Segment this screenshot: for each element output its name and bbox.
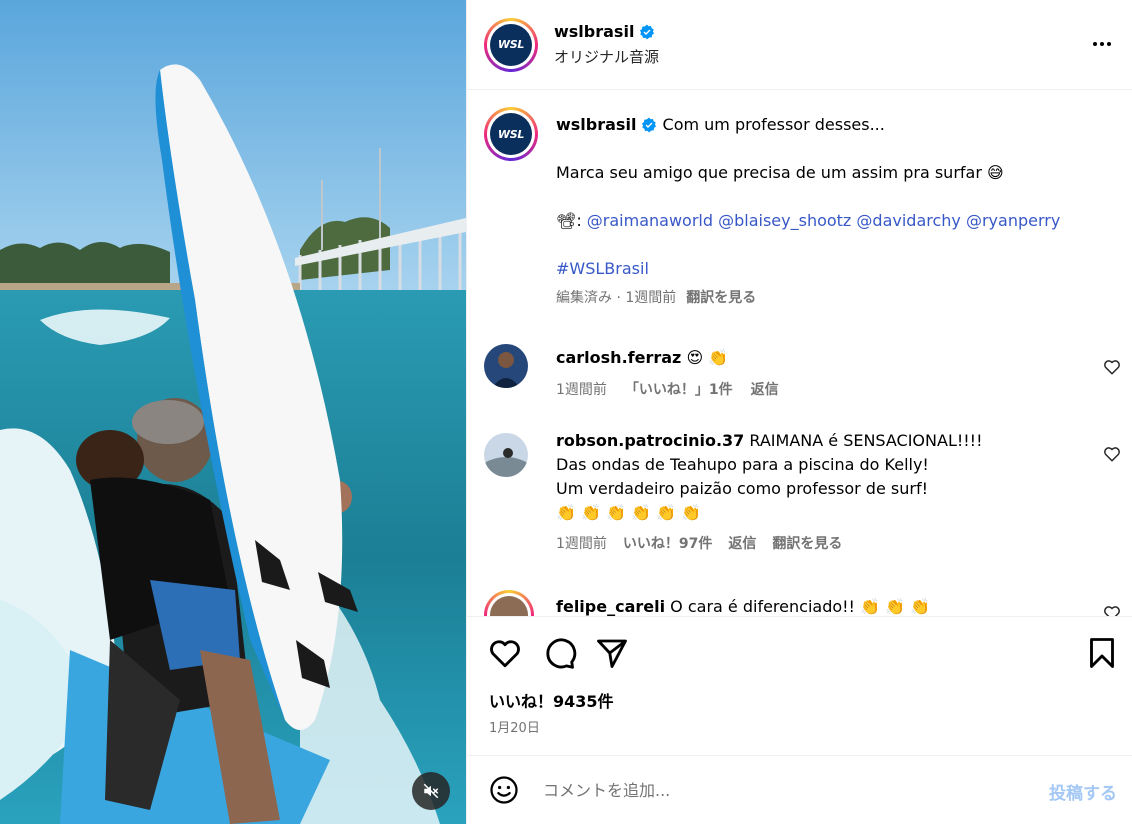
commenter-avatar[interactable] xyxy=(484,433,528,477)
caption-translate-link[interactable]: 翻訳を見る xyxy=(686,287,756,307)
comment-time: 1週間前 xyxy=(556,536,607,552)
caption-line-2: Marca seu amigo que precisa de um assim … xyxy=(556,163,1004,182)
more-horizontal-icon xyxy=(1093,42,1111,46)
comment-text-line-4: 👏 👏 👏 👏 👏 👏 xyxy=(556,503,701,522)
video-frame xyxy=(0,0,466,824)
caption-meta-time: 編集済み · 1週間前 xyxy=(556,290,677,306)
post-header: WSL wslbrasil オリジナル音源 xyxy=(467,0,1132,90)
smiley-icon[interactable] xyxy=(489,775,519,805)
comment-text: 😍 👏 xyxy=(686,348,729,367)
commenter-avatar[interactable] xyxy=(484,590,534,616)
comment-text: O cara é diferenciado!! 👏 👏 👏 xyxy=(670,597,930,616)
like-count[interactable]: いいね！9435件 xyxy=(489,688,614,712)
volume-off-icon xyxy=(423,783,439,799)
post-comment-button[interactable]: 投稿する xyxy=(1049,779,1117,804)
comment-time: 1週間前 xyxy=(556,382,607,398)
author-username[interactable]: wslbrasil xyxy=(554,22,634,41)
wsl-logo: WSL xyxy=(490,23,532,66)
camera-credit-icon: 📽: xyxy=(556,211,582,230)
post-media-video[interactable] xyxy=(0,0,466,824)
commenter-avatar[interactable] xyxy=(484,344,528,388)
comment-input[interactable] xyxy=(543,774,1003,806)
post-date[interactable]: 1月20日 xyxy=(489,717,540,736)
caption-mentions[interactable]: @raimanaworld @blaisey_shootz @davidarch… xyxy=(587,211,1061,230)
caption-hashtag[interactable]: #WSLBrasil xyxy=(556,259,649,278)
post-action-bar xyxy=(467,616,1132,686)
verified-badge-icon xyxy=(640,24,655,39)
comment-username[interactable]: robson.patrocinio.37 xyxy=(556,431,744,450)
post-side-panel: WSL wslbrasil オリジナル音源 WSL wslbrasil Com … xyxy=(466,0,1132,824)
comment-bubble-icon[interactable] xyxy=(541,635,577,671)
post-dialog: WSL wslbrasil オリジナル音源 WSL wslbrasil Com … xyxy=(0,0,1132,824)
bookmark-icon[interactable] xyxy=(1084,635,1120,671)
caption-line-1: Com um professor desses... xyxy=(662,115,885,134)
wsl-logo: WSL xyxy=(490,113,532,155)
comment-composer: 投稿する xyxy=(467,756,1132,824)
comments-scroll-area[interactable]: WSL wslbrasil Com um professor desses...… xyxy=(467,90,1132,616)
paper-plane-icon[interactable] xyxy=(594,635,630,671)
comment-reply-button[interactable]: 返信 xyxy=(728,533,756,553)
caption-username[interactable]: wslbrasil xyxy=(556,113,636,137)
more-options-button[interactable] xyxy=(1090,32,1114,60)
comment-username[interactable]: felipe_careli xyxy=(556,597,665,616)
comment-reply-button[interactable]: 返信 xyxy=(751,379,779,399)
comment-likes[interactable]: いいね！97件 xyxy=(623,533,712,553)
heart-icon[interactable] xyxy=(487,635,523,671)
mute-toggle-button[interactable] xyxy=(412,772,450,810)
comment-text-line-1: RAIMANA é SENSACIONAL!!!! xyxy=(749,431,983,450)
comment-translate-link[interactable]: 翻訳を見る xyxy=(772,533,842,553)
author-avatar[interactable]: WSL xyxy=(484,17,538,72)
comment-likes[interactable]: 「いいね！」1件 xyxy=(625,379,733,399)
comment-like-heart-icon[interactable] xyxy=(1103,358,1121,376)
verified-badge-icon xyxy=(642,117,657,133)
comment-username[interactable]: carlosh.ferraz xyxy=(556,348,681,367)
comment-text-line-3: Um verdadeiro paizão como professor de s… xyxy=(556,479,928,498)
comment-like-heart-icon[interactable] xyxy=(1103,445,1121,463)
audio-label[interactable]: オリジナル音源 xyxy=(554,46,659,67)
comment-like-heart-icon[interactable] xyxy=(1103,604,1121,616)
caption-author-avatar[interactable]: WSL xyxy=(484,107,538,161)
comment-text-line-2: Das ondas de Teahupo para a piscina do K… xyxy=(556,455,929,474)
